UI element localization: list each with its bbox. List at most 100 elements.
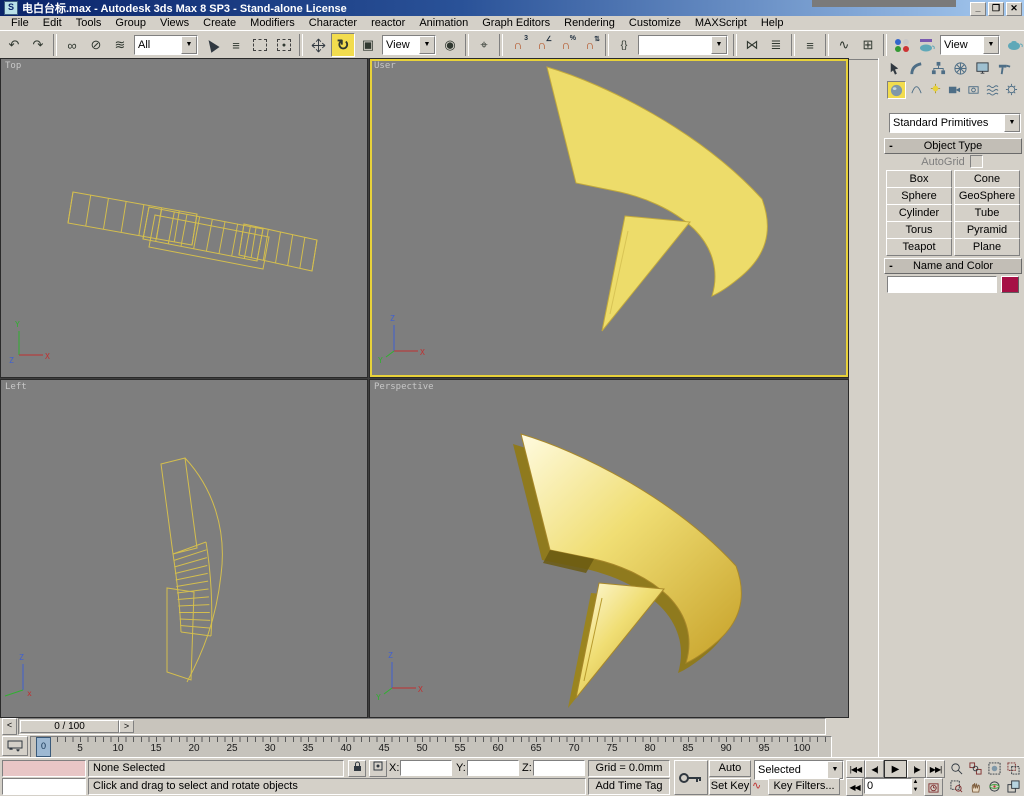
object-name-field[interactable] <box>888 277 996 292</box>
titlebar[interactable]: S 电白台标.max - Autodesk 3ds Max 8 SP3 - St… <box>0 0 1024 16</box>
close-button[interactable]: ✕ <box>1006 2 1022 16</box>
align-button[interactable]: ≣ <box>765 34 787 56</box>
time-configuration-button[interactable] <box>924 778 943 796</box>
chevron-down-icon[interactable]: ▼ <box>181 36 197 54</box>
menu-character[interactable]: Character <box>302 16 364 30</box>
next-frame-button[interactable]: |▶ <box>907 760 926 778</box>
quick-render-button[interactable] <box>1003 34 1024 56</box>
go-to-start-button[interactable]: |◀◀ <box>846 760 865 778</box>
undo-button[interactable]: ↶ <box>3 34 25 56</box>
tab-display[interactable] <box>973 60 992 77</box>
key-filters-button[interactable]: Key Filters... <box>768 778 840 795</box>
time-slider-next-button[interactable]: > <box>119 720 134 733</box>
unlink-selection-button[interactable]: ⊘ <box>85 34 107 56</box>
object-type-rollout[interactable]: - Object Type <box>884 138 1022 154</box>
viewport-user[interactable]: User Z X Y <box>369 58 849 378</box>
key-curve-icon[interactable]: ∿ <box>752 779 761 792</box>
tab-modify[interactable] <box>907 60 926 77</box>
zoom-extents-all-button[interactable] <box>1005 760 1022 776</box>
snaps-toggle-button[interactable]: ∩3 <box>507 34 529 56</box>
sphere-button[interactable]: Sphere <box>886 187 952 205</box>
chevron-down-icon[interactable]: ▼ <box>711 36 727 54</box>
auto-key-button[interactable]: Auto Key <box>709 760 751 777</box>
min-max-toggle-button[interactable] <box>1005 778 1022 794</box>
viewport-perspective[interactable]: Perspective <box>369 379 849 718</box>
pyramid-button[interactable]: Pyramid <box>954 221 1020 239</box>
select-object-button[interactable] <box>201 34 223 56</box>
spinner-snap-button[interactable]: ∩⇅ <box>579 34 601 56</box>
menu-animation[interactable]: Animation <box>412 16 475 30</box>
time-slider-track[interactable]: 0 / 100 > <box>18 718 826 735</box>
geosphere-button[interactable]: GeoSphere <box>954 187 1020 205</box>
category-cameras[interactable] <box>946 81 963 97</box>
plane-button[interactable]: Plane <box>954 238 1020 256</box>
menu-maxscript[interactable]: MAXScript <box>688 16 754 30</box>
time-slider-handle[interactable]: 0 / 100 <box>20 720 119 733</box>
category-systems[interactable] <box>1003 81 1020 97</box>
category-geometry[interactable] <box>887 81 906 99</box>
reference-coordinate-dropdown[interactable]: View ▼ <box>382 35 436 55</box>
z-coordinate-field[interactable] <box>534 761 584 775</box>
window-crossing-button[interactable]: ● <box>273 34 295 56</box>
redo-button[interactable]: ↷ <box>27 34 49 56</box>
zoom-button[interactable] <box>948 760 965 776</box>
layer-manager-button[interactable]: ≡ <box>799 34 821 56</box>
absolute-offset-toggle[interactable] <box>369 760 387 777</box>
minimize-button[interactable]: _ <box>970 2 986 16</box>
name-and-color-rollout[interactable]: - Name and Color <box>884 258 1022 274</box>
select-and-rotate-button[interactable]: ↻ <box>331 33 355 57</box>
tab-create[interactable] <box>885 60 904 77</box>
cylinder-button[interactable]: Cylinder <box>886 204 952 222</box>
zoom-region-button[interactable] <box>948 778 965 794</box>
chevron-down-icon[interactable]: ▼ <box>983 36 999 54</box>
select-and-move-button[interactable] <box>307 34 329 56</box>
chevron-down-icon[interactable]: ▼ <box>1004 114 1020 132</box>
key-mode-toggle-button[interactable]: ◀◀ <box>846 778 863 796</box>
mirror-button[interactable]: ⋈ <box>741 34 763 56</box>
tube-button[interactable]: Tube <box>954 204 1020 222</box>
teapot-button[interactable]: Teapot <box>886 238 952 256</box>
tab-utilities[interactable] <box>995 60 1014 77</box>
bind-to-space-warp-button[interactable]: ≋ <box>109 34 131 56</box>
menu-rendering[interactable]: Rendering <box>557 16 622 30</box>
menu-customize[interactable]: Customize <box>622 16 688 30</box>
select-and-manipulate-button[interactable]: ⌖ <box>473 34 495 56</box>
category-lights[interactable] <box>927 81 944 97</box>
named-selection-dropdown[interactable]: ▼ <box>638 35 728 55</box>
percent-snap-button[interactable]: ∩% <box>555 34 577 56</box>
current-frame-marker[interactable]: 0 <box>36 737 51 757</box>
select-by-name-button[interactable]: ≡ <box>225 34 247 56</box>
schematic-view-button[interactable]: ⊞ <box>857 34 879 56</box>
menu-group[interactable]: Group <box>108 16 153 30</box>
cone-button[interactable]: Cone <box>954 170 1020 188</box>
menu-edit[interactable]: Edit <box>36 16 69 30</box>
menu-views[interactable]: Views <box>153 16 196 30</box>
use-pivot-center-button[interactable]: ◉ <box>439 34 461 56</box>
tab-motion[interactable] <box>951 60 970 77</box>
selection-lock-toggle[interactable] <box>348 760 366 777</box>
chevron-down-icon[interactable]: ▼ <box>419 36 435 54</box>
frame-number-field[interactable] <box>865 779 911 793</box>
menu-tools[interactable]: Tools <box>69 16 109 30</box>
box-button[interactable]: Box <box>886 170 952 188</box>
torus-button[interactable]: Torus <box>886 221 952 239</box>
select-and-scale-button[interactable]: ▣ <box>357 34 379 56</box>
viewport-top[interactable]: Top Y X Z <box>0 58 368 378</box>
select-and-link-button[interactable]: ∞ <box>61 34 83 56</box>
render-scene-button[interactable] <box>915 34 937 56</box>
key-mode-dropdown[interactable]: Selected ▼ <box>754 760 844 780</box>
category-helpers[interactable] <box>965 81 982 97</box>
go-to-end-button[interactable]: ▶▶| <box>926 760 945 778</box>
category-space-warps[interactable] <box>984 81 1001 97</box>
track-bar-ruler[interactable]: 0510152025303540455055606570758085909510… <box>30 736 832 758</box>
curve-editor-button[interactable]: ∿ <box>833 34 855 56</box>
maxscript-mini-listener-white[interactable] <box>2 778 86 795</box>
category-shapes[interactable] <box>908 81 925 97</box>
selection-filter-dropdown[interactable]: All ▼ <box>134 35 198 55</box>
restore-button[interactable]: ❐ <box>988 2 1004 16</box>
set-keys-button[interactable] <box>674 760 708 795</box>
menu-modifiers[interactable]: Modifiers <box>243 16 302 30</box>
add-time-tag[interactable]: Add Time Tag <box>588 778 670 795</box>
time-slider-prev-button[interactable]: < <box>2 718 17 735</box>
mini-curve-editor-button[interactable] <box>2 736 28 756</box>
